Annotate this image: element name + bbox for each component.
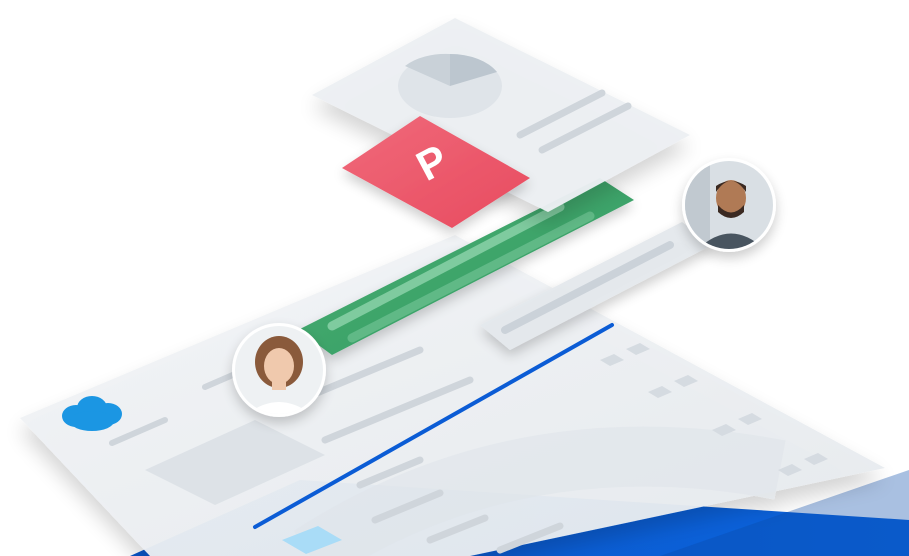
illustration-canvas: P bbox=[20, 18, 909, 556]
isometric-crm-illustration: P bbox=[0, 0, 909, 556]
pie-chart-icon bbox=[398, 53, 502, 118]
